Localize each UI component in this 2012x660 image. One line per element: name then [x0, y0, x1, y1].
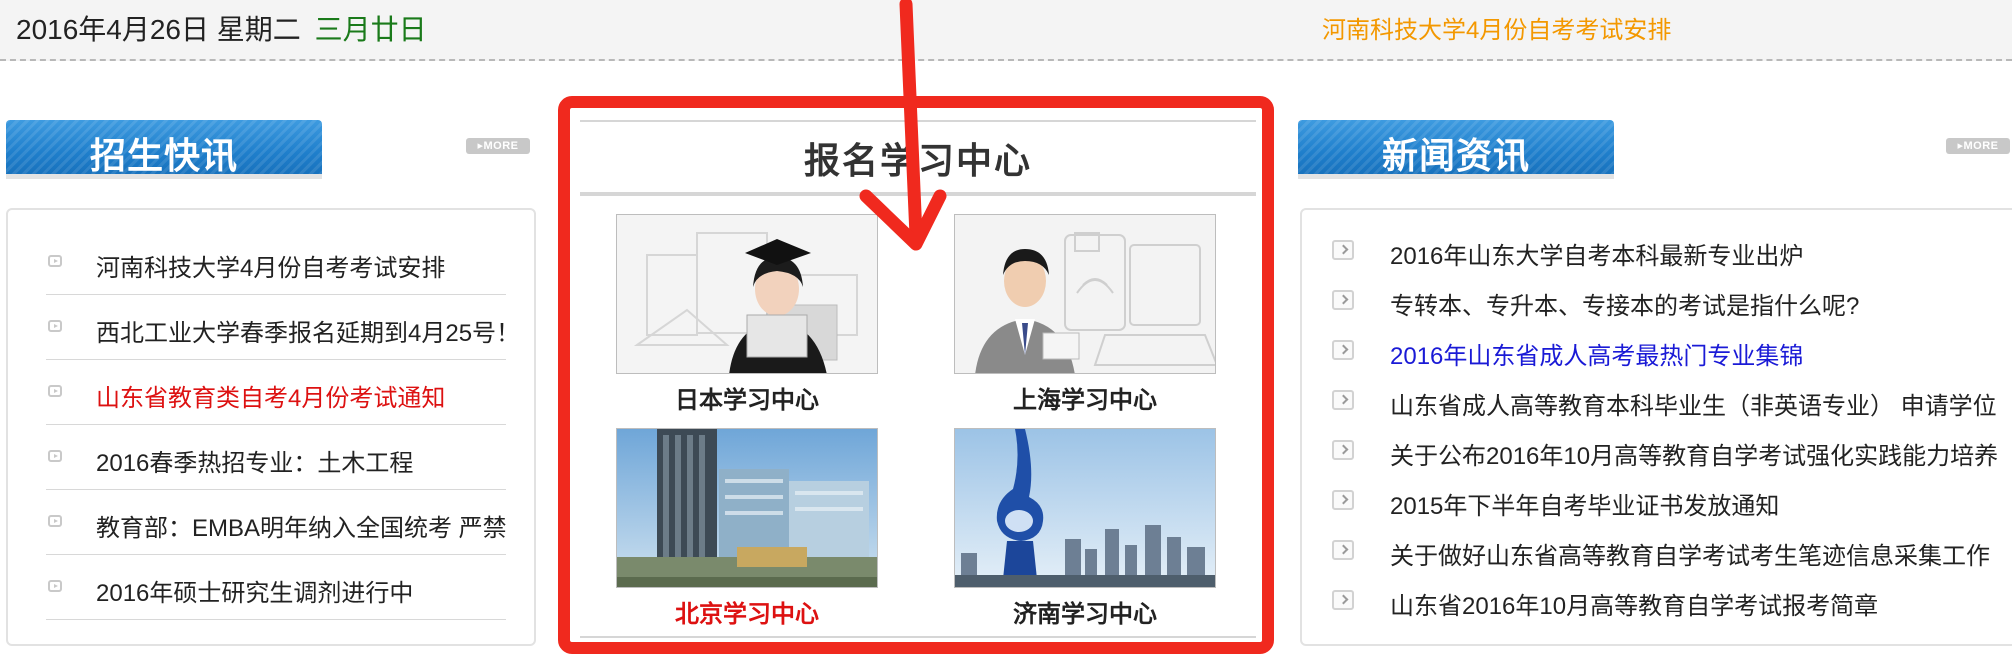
list-item[interactable]: 教育部：EMBA明年纳入全国统考 严禁: [46, 492, 506, 555]
chevron-right-icon: [1332, 440, 1354, 460]
news-title: 新闻资讯: [1381, 135, 1530, 176]
list-item-link[interactable]: 山东省成人高等教育本科毕业生（非英语专业） 申请学位: [1390, 386, 2012, 421]
study-center-header: 报名学习中心: [580, 120, 1256, 196]
list-item-link[interactable]: 2016年山东省成人高考最热门专业集锦: [1390, 336, 2012, 371]
list-item-link[interactable]: 山东省教育类自考4月份考试通知: [96, 378, 506, 413]
news-list: 2016年山东大学自考本科最新专业出炉 专转本、专升本、专接本的考试是指什么呢?…: [1332, 228, 2012, 628]
chevron-right-icon: [1332, 240, 1354, 260]
list-item[interactable]: 河南科技大学4月份自考考试安排: [46, 232, 506, 295]
news-more-button[interactable]: ▸MORE: [1946, 138, 2010, 154]
beijing-building-photo[interactable]: [616, 428, 878, 588]
date-text: 2016年4月26日 星期二: [16, 14, 301, 45]
admissions-more-button[interactable]: ▸MORE: [466, 138, 530, 154]
list-item[interactable]: 专转本、专升本、专接本的考试是指什么呢?: [1332, 278, 2012, 328]
list-item-link[interactable]: 西北工业大学春季报名延期到4月25号！: [96, 313, 506, 348]
top-notice-link[interactable]: 河南科技大学4月份自考考试安排: [1322, 10, 1671, 45]
list-item-link[interactable]: 教育部：EMBA明年纳入全国统考 严禁: [96, 508, 506, 543]
chevron-right-icon: [1332, 390, 1354, 410]
admissions-news-header: 招生快讯: [6, 120, 322, 176]
list-item[interactable]: 关于做好山东省高等教育自学考试考生笔迹信息采集工作: [1332, 528, 2012, 578]
play-bullet-icon: [48, 515, 62, 527]
news-header: 新闻资讯: [1298, 120, 1614, 176]
jinan-monument-photo[interactable]: [954, 428, 1216, 588]
play-bullet-icon: [48, 320, 62, 332]
play-bullet-icon: [48, 255, 62, 267]
jinan-center-caption[interactable]: 济南学习中心: [954, 594, 1216, 629]
play-bullet-icon: [48, 450, 62, 462]
chevron-right-icon: [1332, 540, 1354, 560]
shanghai-center-caption[interactable]: 上海学习中心: [954, 380, 1216, 415]
play-bullet-icon: [48, 385, 62, 397]
admissions-news-list: 河南科技大学4月份自考考试安排 西北工业大学春季报名延期到4月25号！ 山东省教…: [46, 232, 506, 622]
businessman-photo[interactable]: [954, 214, 1216, 374]
chevron-right-icon: [1332, 340, 1354, 360]
list-item-link[interactable]: 2016春季热招专业：土木工程: [96, 443, 506, 478]
play-bullet-icon: [48, 580, 62, 592]
list-item[interactable]: 山东省成人高等教育本科毕业生（非英语专业） 申请学位: [1332, 378, 2012, 428]
list-item[interactable]: 西北工业大学春季报名延期到4月25号！: [46, 297, 506, 360]
study-center-divider: [580, 636, 1256, 638]
list-item-link[interactable]: 2016年硕士研究生调剂进行中: [96, 573, 506, 608]
list-item-link[interactable]: 2015年下半年自考毕业证书发放通知: [1390, 486, 2012, 521]
top-bar: 2016年4月26日 星期二 三月廿日 河南科技大学4月份自考考试安排: [0, 0, 2012, 61]
japan-center-caption[interactable]: 日本学习中心: [616, 380, 878, 415]
chevron-right-icon: [1332, 290, 1354, 310]
list-item-link[interactable]: 专转本、专升本、专接本的考试是指什么呢?: [1390, 286, 2012, 321]
study-center-title: 报名学习中心: [803, 140, 1032, 181]
list-item-link[interactable]: 河南科技大学4月份自考考试安排: [96, 248, 506, 283]
list-item[interactable]: 山东省教育类自考4月份考试通知: [46, 362, 506, 425]
admissions-news-title: 招生快讯: [89, 135, 238, 176]
list-item[interactable]: 2016年硕士研究生调剂进行中: [46, 557, 506, 620]
chevron-right-icon: [1332, 490, 1354, 510]
list-item-link[interactable]: 山东省2016年10月高等教育自学考试报考简章: [1390, 586, 2012, 621]
date-display: 2016年4月26日 星期二 三月廿日: [16, 8, 427, 48]
list-item-link[interactable]: 2016年山东大学自考本科最新专业出炉: [1390, 236, 2012, 271]
list-item[interactable]: 2016年山东省成人高考最热门专业集锦: [1332, 328, 2012, 378]
list-item-link[interactable]: 关于做好山东省高等教育自学考试考生笔迹信息采集工作: [1390, 536, 2012, 571]
list-item[interactable]: 2016春季热招专业：土木工程: [46, 427, 506, 490]
chevron-right-icon: [1332, 590, 1354, 610]
beijing-center-caption[interactable]: 北京学习中心: [616, 594, 878, 629]
lunar-date: 三月廿日: [314, 14, 427, 45]
graduate-woman-photo[interactable]: [616, 214, 878, 374]
list-item[interactable]: 关于公布2016年10月高等教育自学考试强化实践能力培养: [1332, 428, 2012, 478]
list-item[interactable]: 2015年下半年自考毕业证书发放通知: [1332, 478, 2012, 528]
list-item[interactable]: 2016年山东大学自考本科最新专业出炉: [1332, 228, 2012, 278]
list-item[interactable]: 山东省2016年10月高等教育自学考试报考简章: [1332, 578, 2012, 628]
list-item-link[interactable]: 关于公布2016年10月高等教育自学考试强化实践能力培养: [1390, 436, 2012, 471]
